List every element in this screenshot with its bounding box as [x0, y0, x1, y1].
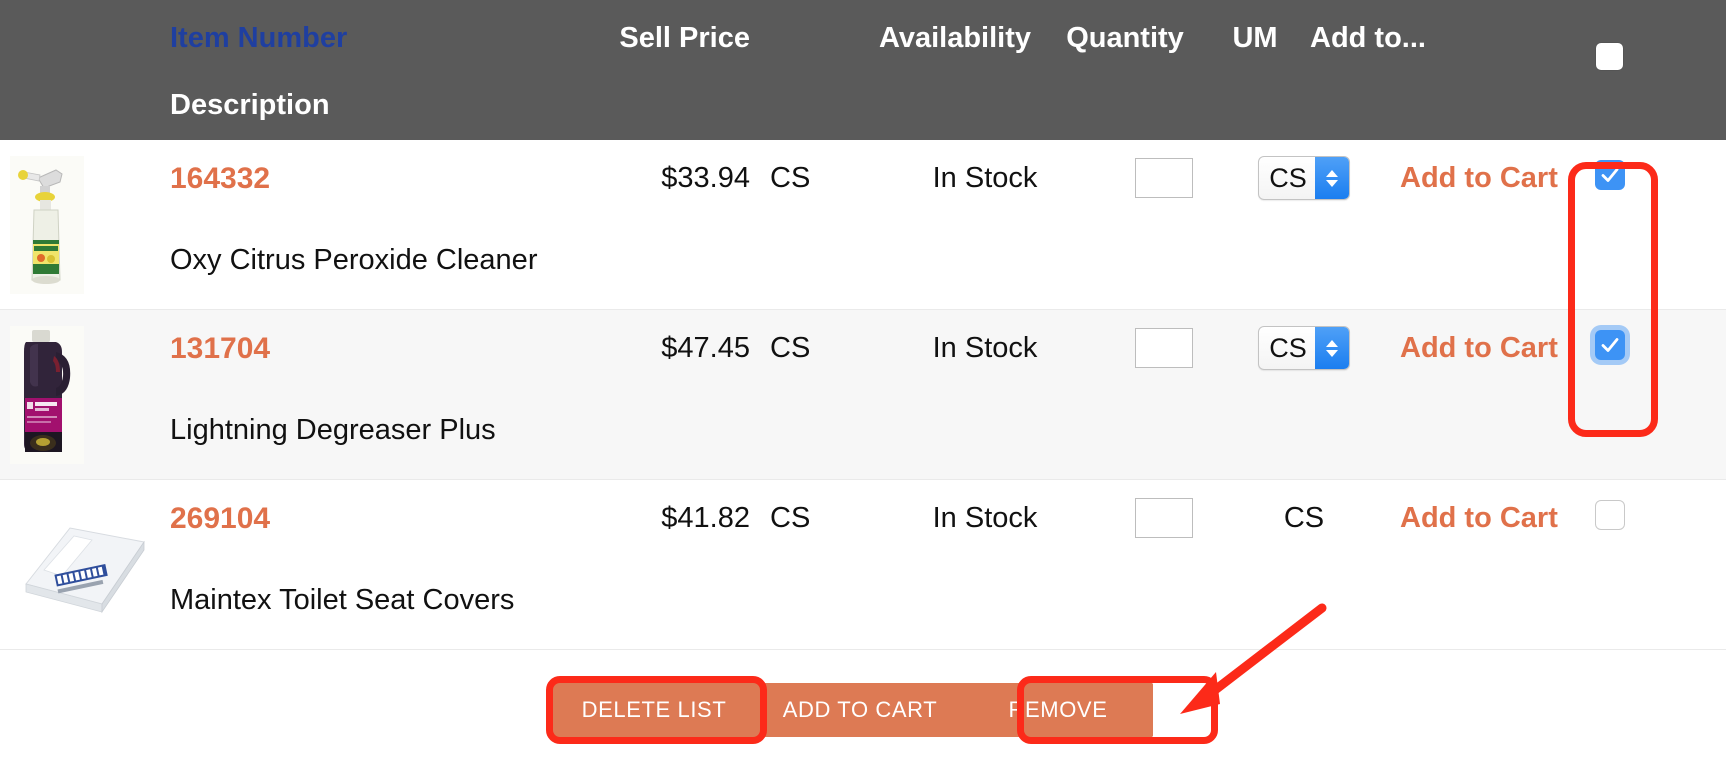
- action-button-bar: DELETE LIST ADD TO CART REMOVE: [0, 683, 1726, 743]
- item-description: Lightning Degreaser Plus: [170, 414, 496, 446]
- header-quantity[interactable]: Quantity: [1050, 0, 1200, 53]
- remove-button[interactable]: REMOVE: [963, 683, 1153, 737]
- um-select[interactable]: CS: [1258, 156, 1350, 200]
- quantity-input[interactable]: [1135, 328, 1193, 368]
- checkmark-icon: [1601, 338, 1619, 352]
- shopping-list-page: Item Number Sell Price Availability Quan…: [0, 0, 1726, 782]
- availability-status: In Stock: [932, 502, 1038, 534]
- table-row: 269104 Maintex Toilet Seat Covers $41.82…: [0, 480, 1726, 650]
- select-all-checkbox[interactable]: [1596, 43, 1623, 70]
- item-number-link[interactable]: 269104: [170, 504, 270, 534]
- row-select-checkbox[interactable]: [1595, 500, 1625, 530]
- product-thumbnail: [10, 326, 84, 464]
- header-add-to[interactable]: Add to...: [1310, 0, 1510, 53]
- quantity-input[interactable]: [1135, 498, 1193, 538]
- price-unit: CS: [770, 332, 811, 364]
- delete-list-button[interactable]: DELETE LIST: [551, 683, 757, 737]
- sell-price: $47.45: [661, 332, 750, 364]
- um-select[interactable]: CS: [1258, 326, 1350, 370]
- header-um[interactable]: UM: [1200, 0, 1310, 53]
- header-checkbox-spacer: [1510, 0, 1630, 24]
- sell-price: $33.94: [661, 162, 750, 194]
- header-availability[interactable]: Availability: [860, 0, 1050, 53]
- seat-cover-box-icon: [8, 512, 158, 622]
- row-select-checkbox[interactable]: [1595, 330, 1625, 360]
- spray-bottle-icon: [10, 156, 84, 294]
- add-to-cart-button[interactable]: ADD TO CART: [757, 683, 963, 737]
- product-thumbnail: [8, 512, 158, 622]
- table-header: Item Number Sell Price Availability Quan…: [0, 0, 1726, 140]
- um-select-value: CS: [1269, 162, 1307, 193]
- availability-status: In Stock: [932, 332, 1038, 364]
- item-description: Maintex Toilet Seat Covers: [170, 584, 515, 616]
- table-row: 164332 Oxy Citrus Peroxide Cleaner $33.9…: [0, 140, 1726, 310]
- table-row: 131704 Lightning Degreaser Plus $47.45 C…: [0, 310, 1726, 480]
- add-to-cart-link[interactable]: Add to Cart: [1400, 334, 1558, 363]
- add-to-cart-link[interactable]: Add to Cart: [1400, 504, 1558, 533]
- checkmark-icon: [1601, 168, 1619, 182]
- item-description: Oxy Citrus Peroxide Cleaner: [170, 244, 538, 276]
- stepper-arrows-icon[interactable]: [1315, 157, 1349, 199]
- header-sell-price[interactable]: Sell Price: [590, 0, 750, 53]
- product-thumbnail: [10, 156, 84, 294]
- header-item-number[interactable]: Item Number: [170, 0, 590, 53]
- stepper-arrows-icon[interactable]: [1315, 327, 1349, 369]
- quantity-input[interactable]: [1135, 158, 1193, 198]
- degreaser-jug-icon: [10, 326, 84, 464]
- header-description[interactable]: Description: [170, 91, 330, 120]
- add-to-cart-link[interactable]: Add to Cart: [1400, 164, 1558, 193]
- header-price-um-spacer: [750, 0, 860, 24]
- um-value: CS: [1283, 502, 1325, 534]
- sell-price: $41.82: [661, 502, 750, 534]
- item-number-link[interactable]: 164332: [170, 164, 270, 194]
- price-unit: CS: [770, 502, 811, 534]
- availability-status: In Stock: [932, 162, 1038, 194]
- um-select-value: CS: [1269, 332, 1307, 363]
- price-unit: CS: [770, 162, 811, 194]
- item-number-link[interactable]: 131704: [170, 334, 270, 364]
- row-select-checkbox[interactable]: [1595, 160, 1625, 190]
- header-image-spacer: [0, 0, 170, 24]
